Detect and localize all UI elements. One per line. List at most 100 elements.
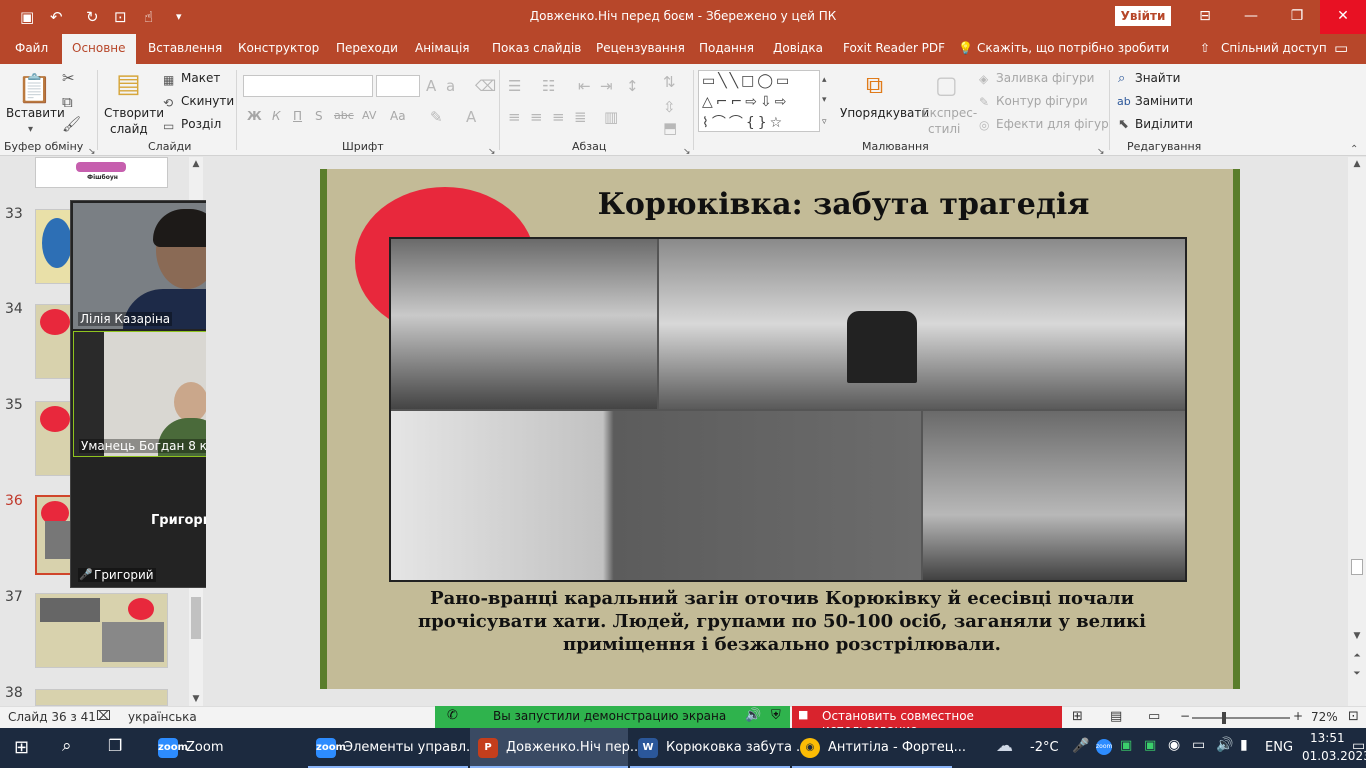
quick-styles-button[interactable]: Експрес- [922, 106, 977, 120]
align-right-icon[interactable]: ≡ [552, 109, 565, 125]
cut-icon[interactable]: ✂ [62, 70, 75, 86]
task-view-icon[interactable]: ❐ [108, 736, 122, 755]
language-indicator[interactable]: українська [128, 710, 197, 724]
paste-icon[interactable]: 📋 [17, 74, 52, 104]
font-color-icon[interactable]: A [466, 109, 476, 125]
battery-icon[interactable]: ▮ [1240, 737, 1248, 753]
tab-home[interactable]: Основне [62, 34, 136, 64]
strikethrough-button[interactable]: abc [334, 109, 354, 122]
highlight-icon[interactable]: ✎ [430, 109, 443, 125]
scroll-up-icon[interactable]: ▲ [189, 159, 203, 169]
shape-fill-button[interactable]: Заливка фігури [996, 71, 1094, 85]
microphone-icon[interactable]: 🎤 [1072, 738, 1089, 754]
tray-app-icon[interactable]: ▣ [1120, 738, 1132, 753]
scroll-down-icon[interactable]: ▼ [1348, 631, 1366, 641]
shapes-gallery[interactable]: ▭╲╲□◯▭ △⌐⌐⇨⇩⇨ ⌇⌒⌒{}☆ [698, 70, 820, 132]
font-name-input[interactable] [243, 75, 373, 97]
font-size-input[interactable] [376, 75, 420, 97]
reading-view-icon[interactable]: ▤ [1110, 709, 1122, 724]
security-shield-icon[interactable]: ⛨ [771, 708, 781, 723]
sign-in-button[interactable]: Увійти [1115, 6, 1171, 26]
tray-app-icon[interactable]: ▣ [1144, 738, 1156, 753]
slide-thumbnail[interactable] [35, 593, 168, 668]
taskbar-item-zoom[interactable]: zoom Zoom [150, 728, 306, 768]
tab-animations[interactable]: Анімація [415, 41, 470, 55]
restore-icon[interactable]: ❐ [1274, 0, 1320, 34]
chevron-down-icon[interactable]: ▾ [28, 122, 33, 138]
scroll-up-icon[interactable]: ▲ [1348, 159, 1366, 169]
tab-slideshow[interactable]: Показ слайдів [492, 41, 581, 55]
stop-share-button[interactable]: ■ Остановить совместное использование [792, 706, 1062, 737]
notifications-icon[interactable]: ▭ [1352, 738, 1365, 754]
text-direction-icon[interactable]: ⇅ [663, 74, 676, 90]
find-button[interactable]: Знайти [1135, 71, 1180, 85]
slideshow-view-icon[interactable]: ▭ [1148, 709, 1160, 724]
tab-transitions[interactable]: Переходи [336, 41, 398, 55]
columns-icon[interactable]: ▥ [604, 109, 618, 125]
decrease-indent-icon[interactable]: ⇤ [578, 78, 591, 94]
fit-slide-icon[interactable]: ⊡ [1348, 709, 1359, 724]
zoom-in-icon[interactable]: + [1293, 709, 1303, 723]
search-icon[interactable]: ⌕ [62, 736, 72, 756]
gallery-more-icon[interactable]: ▿ [822, 114, 827, 130]
input-language[interactable]: ENG [1265, 740, 1293, 755]
format-painter-icon[interactable]: 🖌 [62, 116, 81, 132]
collapse-ribbon-icon[interactable]: ⌃ [1350, 142, 1358, 158]
gallery-up-icon[interactable]: ▴ [822, 72, 827, 88]
tell-me-input[interactable]: Скажіть, що потрібно зробити [977, 41, 1169, 55]
taskbar-item-word[interactable]: W Корюковка забута ... [630, 728, 808, 768]
next-slide-icon[interactable]: ⏷ [1348, 669, 1366, 679]
network-icon[interactable]: ◉ [1168, 737, 1180, 753]
arrange-button[interactable]: Упорядкувати [840, 106, 929, 120]
zoom-slider-thumb[interactable] [1222, 712, 1226, 724]
taskbar-item-zoom-controls[interactable]: zoom Элементы управл... [308, 728, 478, 768]
shadow-button[interactable]: S [315, 109, 323, 123]
minimize-icon[interactable]: — [1228, 0, 1274, 34]
tab-insert[interactable]: Вставлення [148, 41, 222, 55]
line-spacing-icon[interactable]: ↕ [626, 78, 639, 94]
normal-view-icon[interactable]: ⊞ [1072, 709, 1083, 724]
scroll-down-icon[interactable]: ▼ [189, 694, 203, 704]
slide-scrollbar[interactable]: ▲ ▼ ⏶ ⏷ [1348, 157, 1366, 706]
windows-start-icon[interactable]: ⊞ [14, 737, 29, 758]
slide-thumbnail[interactable]: Фішбоун [35, 157, 168, 188]
zoom-slider[interactable] [1192, 717, 1290, 719]
shape-outline-button[interactable]: Контур фігури [996, 94, 1088, 108]
reset-button[interactable]: Скинути [181, 94, 234, 108]
arrange-icon[interactable]: ⧉ [866, 72, 883, 98]
gallery-down-icon[interactable]: ▾ [822, 92, 827, 108]
layout-button[interactable]: Макет [181, 71, 220, 85]
copy-icon[interactable]: ⧉ [62, 94, 73, 110]
decrease-font-icon[interactable]: a [446, 78, 455, 94]
justify-icon[interactable]: ≣ [574, 109, 587, 125]
tab-help[interactable]: Довідка [773, 41, 823, 55]
smartart-icon[interactable]: ⬒ [663, 120, 677, 136]
new-slide-icon[interactable]: ▤ [116, 70, 141, 98]
align-center-icon[interactable]: ≡ [530, 109, 543, 125]
taskbar-item-chrome[interactable]: ◉ Антитіла - Фортец... [792, 728, 966, 768]
shape-effects-button[interactable]: Ефекти для фігур [996, 117, 1109, 131]
display-icon[interactable]: ▭ [1192, 737, 1205, 753]
clock-time[interactable]: 13:51 [1310, 731, 1345, 745]
clear-format-icon[interactable]: ⌫ [475, 78, 496, 94]
increase-font-icon[interactable]: A [426, 78, 436, 94]
align-left-icon[interactable]: ≡ [508, 109, 521, 125]
previous-slide-icon[interactable]: ⏶ [1348, 651, 1366, 661]
tab-file[interactable]: Файл [15, 41, 48, 55]
section-button[interactable]: Розділ [181, 117, 221, 131]
italic-button[interactable]: К [272, 109, 281, 123]
zoom-tray-icon[interactable]: zoom [1096, 739, 1112, 755]
volume-icon[interactable]: 🔊 [1216, 737, 1233, 753]
quick-styles-button-line2[interactable]: стилі [928, 122, 960, 136]
quick-styles-icon[interactable]: ▢ [935, 72, 958, 98]
tab-review[interactable]: Рецензування [596, 41, 685, 55]
scrollbar-thumb[interactable] [191, 597, 201, 639]
tab-foxit[interactable]: Foxit Reader PDF [843, 41, 945, 55]
tab-view[interactable]: Подання [699, 41, 754, 55]
paste-button[interactable]: Вставити [6, 106, 65, 120]
slide-thumbnail[interactable] [35, 689, 168, 706]
bullets-icon[interactable]: ☰ [508, 78, 521, 94]
numbering-icon[interactable]: ☷ [542, 78, 555, 94]
comments-icon[interactable]: ▭ [1334, 39, 1348, 57]
new-slide-button[interactable]: Створити [104, 106, 164, 120]
